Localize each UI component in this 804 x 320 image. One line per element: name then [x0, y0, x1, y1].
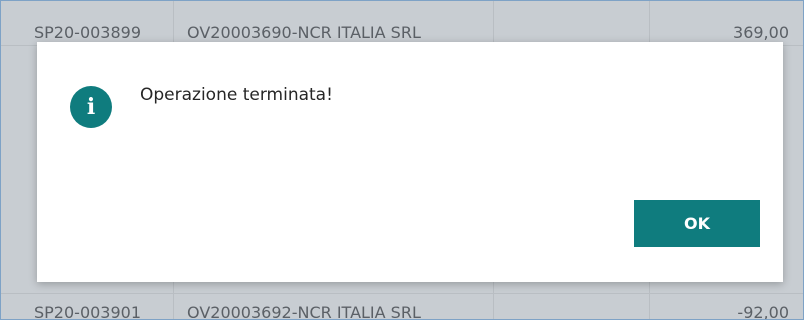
row-amount: 369,00: [733, 23, 789, 42]
row-code: SP20-003901: [34, 303, 142, 320]
dialog-message: Operazione terminata!: [140, 85, 333, 105]
row-description: OV20003692-NCR ITALIA SRL: [187, 303, 421, 320]
row-code: SP20-003899: [34, 23, 142, 42]
table-row: SP20-003899 OV20003690-NCR ITALIA SRL 36…: [1, 15, 803, 45]
message-dialog: i Operazione terminata! OK: [37, 42, 783, 282]
ok-button[interactable]: OK: [634, 200, 760, 247]
app-window: SP20-003899 OV20003690-NCR ITALIA SRL 36…: [0, 0, 804, 320]
grid-row-divider: [1, 293, 803, 294]
table-row: SP20-003901 OV20003692-NCR ITALIA SRL -9…: [1, 295, 803, 320]
info-icon: i: [70, 86, 112, 128]
row-description: OV20003690-NCR ITALIA SRL: [187, 23, 421, 42]
row-amount: -92,00: [737, 303, 789, 320]
